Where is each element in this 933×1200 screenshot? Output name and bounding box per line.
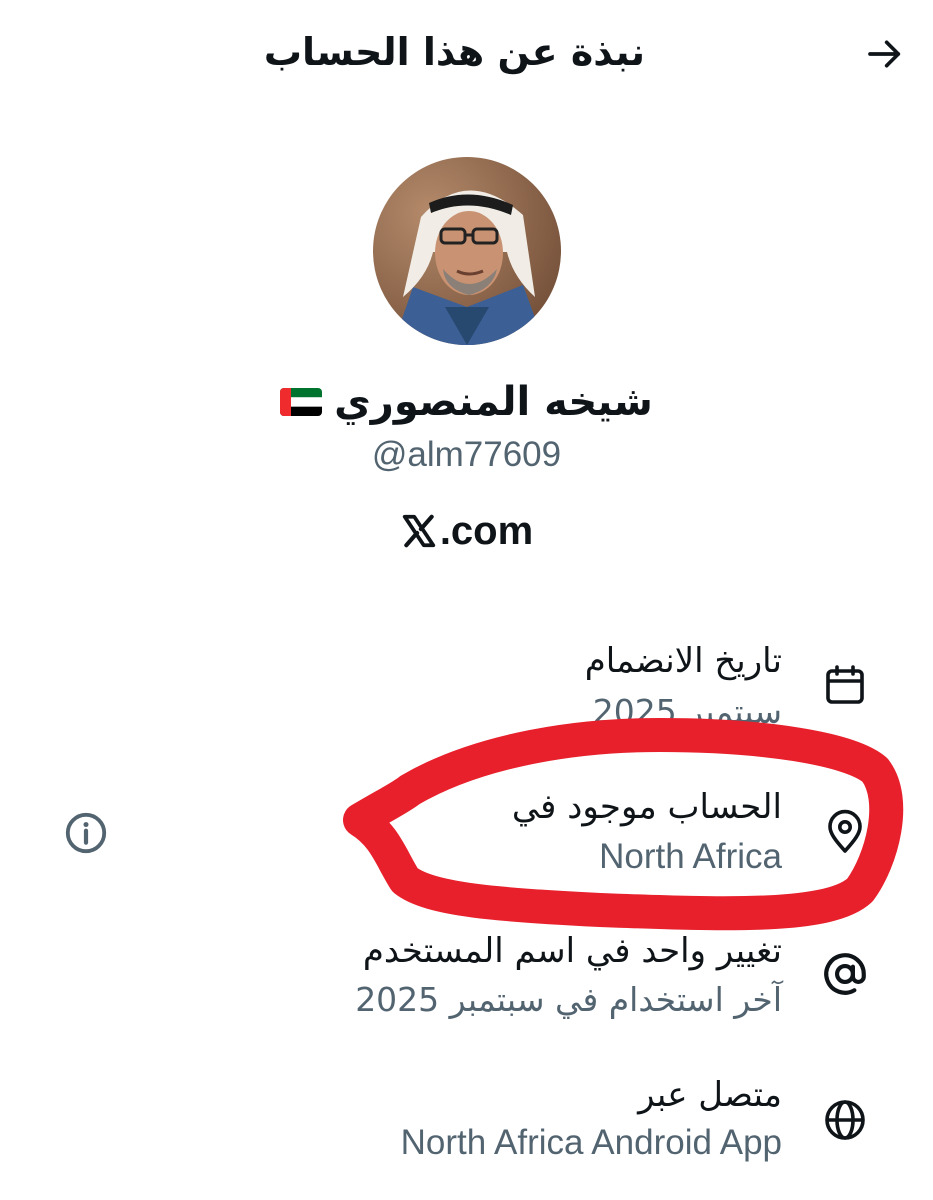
info-button[interactable] (60, 807, 112, 859)
website-text: .com (439, 509, 534, 553)
website-link[interactable]: .com (0, 505, 933, 557)
username-changes-title: تغيير واحد في اسم المستخدم (362, 931, 782, 971)
x-logo-icon (402, 514, 435, 548)
at-sign-icon (817, 946, 873, 1002)
joined-value: سبتمبر 2025 (592, 692, 782, 731)
info-icon (65, 812, 107, 854)
arrow-right-icon (868, 40, 901, 68)
uae-flag-icon (280, 388, 323, 416)
joined-title: تاريخ الانضمام (584, 641, 782, 681)
location-value: North Africa (599, 837, 782, 876)
connected-via-value: North Africa Android App (400, 1123, 782, 1162)
back-button[interactable] (859, 28, 911, 80)
display-name: شيخه المنصوري (334, 379, 653, 425)
connected-via-title: متصل عبر (638, 1075, 782, 1115)
avatar[interactable] (373, 157, 561, 345)
page-title: نبذة عن هذا الحساب (263, 30, 645, 74)
name-row: شيخه المنصوري (0, 374, 933, 430)
username-changes-value: آخر استخدام في سبتمبر 2025 (355, 980, 782, 1019)
globe-icon (817, 1092, 873, 1148)
calendar-icon (817, 657, 873, 713)
profile-handle[interactable]: @alm77609 (0, 432, 933, 478)
avatar-image (373, 157, 561, 345)
location-title: الحساب موجود في (511, 787, 782, 827)
location-pin-icon (817, 804, 873, 860)
